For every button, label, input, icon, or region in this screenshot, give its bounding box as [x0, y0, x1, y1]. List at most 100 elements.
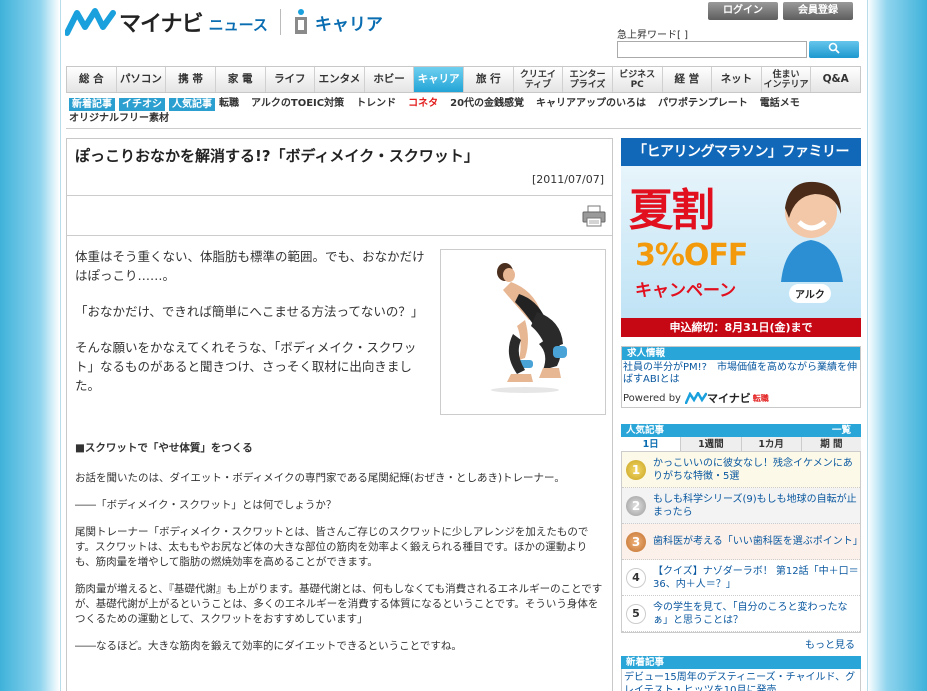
login-button[interactable]: ログイン	[708, 2, 778, 20]
print-icon[interactable]	[582, 205, 606, 227]
nav-item[interactable]: 経 営	[663, 67, 713, 92]
ad-campaign-text: キャンペーン	[635, 281, 737, 301]
nav-item[interactable]: ネット	[712, 67, 762, 92]
body-paragraph: お話を聞いたのは、ダイエット・ボディメイクの専門家である尾関紀輝(おぜき・としあ…	[75, 472, 565, 484]
ranking-item-text: かっこいいのに彼女なし！残念イケメンにありがちな特徴・5選	[653, 457, 853, 482]
popular-tab[interactable]: 1週間	[681, 437, 742, 451]
nav-item[interactable]: ビジネス PC	[613, 67, 663, 92]
job-link[interactable]: 社員の半分がPM!? 市場価値を高めながら業績を伸ばすABIとは	[622, 360, 860, 386]
ranking-item[interactable]: 4 【クイズ】ナゾダーラボ！ 第12話「中＋口＝36、内＋人＝？」	[622, 560, 860, 596]
ad-deadline: 申込締切：8月31日(金)まで	[621, 318, 861, 337]
career-icon	[291, 8, 311, 36]
ranking-item-text: 歯科医が考える「いい歯科医を選ぶポイント」	[653, 536, 863, 547]
ad-top-text: 「ヒアリングマラソン」ファミリー	[621, 138, 861, 166]
rank-medal-icon: 2	[626, 495, 646, 516]
article-body: ■スクワットで「やせ体質」をつくる お話を聞いたのは、ダイエット・ボディメイクの…	[75, 441, 605, 666]
ranking-item[interactable]: 3 歯科医が考える「いい歯科医を選ぶポイント」	[622, 524, 863, 560]
lead-paragraph: 「おなかだけ、できれば簡単にへこませる方法ってないの？」	[75, 304, 424, 319]
ranking-item[interactable]: 5 今の学生を見て、「自分のころと変わったなぁ」と思うことは？	[622, 596, 860, 632]
rank-medal-icon: 1	[626, 459, 646, 480]
nav-item[interactable]: エンター プライズ	[563, 67, 613, 92]
subnav-link[interactable]: 20代の金銭感覚	[450, 97, 524, 111]
subnav-link[interactable]: トレンド	[356, 97, 396, 111]
mynavi-logo-icon	[64, 7, 117, 37]
nav-item[interactable]: 旅 行	[464, 67, 514, 92]
nav-item[interactable]: ライフ	[266, 67, 316, 92]
subnav-link[interactable]: 電話メモ	[760, 97, 800, 111]
mynavi-tenshoku-logo[interactable]: マイナビ 転職	[684, 390, 769, 406]
article: ぽっこりおなかを解消する!?「ボディメイク・スクワット」 [2011/07/07…	[66, 138, 613, 691]
body-paragraph: ――なるほど。大きな筋肉を鍛えて効率的にダイエットできるということですね。	[75, 640, 462, 652]
sub-nav: 新着記事 イチオシ 人気記事 転職 アルクのTOEIC対策 トレンド コネタ 20代の金銭感覚…	[69, 97, 859, 127]
subnav-link[interactable]: キャリアアップのいろは	[536, 97, 646, 111]
nav-item[interactable]: パソコン	[117, 67, 167, 92]
logo-sub: ニュース	[208, 15, 268, 34]
subnav-link[interactable]: パワポテンプレート	[658, 97, 748, 111]
powered-brand: マイナビ	[706, 392, 751, 405]
ad-big-text: 夏割	[629, 185, 715, 236]
body-paragraph: 筋肉量が増えると、『基礎代謝』も上がります。基礎代謝とは、何もしなくても消費され…	[75, 583, 603, 625]
ad-brand: アルク	[789, 284, 831, 303]
popular-tab[interactable]: 1カ月	[741, 437, 802, 451]
subnav-link[interactable]: コネタ	[408, 97, 438, 111]
subnav-link[interactable]: オリジナルフリー素材	[69, 112, 169, 126]
mynavi-logo-icon	[684, 392, 707, 404]
nav-item[interactable]: 家 電	[216, 67, 266, 92]
nav-item[interactable]: クリエイ ティブ	[514, 67, 564, 92]
news-head: 新着記事	[621, 656, 861, 669]
article-date: [2011/07/07]	[532, 173, 604, 186]
divider	[67, 235, 612, 236]
logo-separator	[279, 9, 281, 35]
more-link[interactable]: もっと見る	[621, 633, 861, 654]
register-button[interactable]: 会員登録	[783, 2, 853, 20]
divider	[66, 128, 861, 129]
nav-item[interactable]: 住まい インテリア	[762, 67, 812, 92]
ad-banner[interactable]: 「ヒアリングマラソン」ファミリー 夏割 3%OFF キャンペーン アルク 申込締…	[621, 138, 861, 337]
search-button[interactable]	[809, 41, 859, 58]
section-name: キャリア	[314, 14, 383, 35]
powered-sub: 転職	[752, 393, 769, 403]
popular-tabs: 1日 1週間 1カ月期 間	[621, 437, 861, 452]
popular-list-link[interactable]: 一覧	[832, 424, 851, 437]
logo-brand: マイナビ	[119, 12, 204, 37]
nav-item[interactable]: 携 帯	[166, 67, 216, 92]
rank-medal-icon: 4	[626, 567, 646, 588]
ranking-item-text: 【クイズ】ナゾダーラボ！ 第12話「中＋口＝36、内＋人＝？」	[653, 565, 859, 590]
popular-head-label: 人気記事	[626, 425, 665, 436]
subnav-tag[interactable]: イチオシ	[119, 97, 165, 111]
popular-section: 人気記事 一覧 1日 1週間 1カ月期 間 1 かっこいいのに彼女なし！残念イケメンに…	[621, 424, 863, 654]
subnav-link[interactable]: アルクのTOEIC対策	[251, 97, 344, 111]
ranking-item[interactable]: 1 かっこいいのに彼女なし！残念イケメンにありがちな特徴・5選	[622, 452, 860, 488]
header: マイナビ ニュース キャリア ログイン 会員登録 急上昇ワード[ ]	[61, 0, 867, 62]
nav-item[interactable]: Q&A	[811, 67, 860, 92]
nav-item[interactable]: ホビー	[365, 67, 415, 92]
popular-tab[interactable]: 1日	[621, 437, 682, 451]
site-logo[interactable]: マイナビ ニュース キャリア	[64, 4, 383, 40]
ad-model-icon	[781, 181, 843, 282]
subnav-tag[interactable]: 新着記事	[69, 97, 115, 111]
ranking-list: 1 かっこいいのに彼女なし！残念イケメンにありがちな特徴・5選 2 もしも科学シリーズ…	[621, 452, 863, 633]
article-photo	[440, 249, 606, 415]
body-paragraph: ――「ボディメイク・スクワット」とは何でしょうか？	[75, 499, 337, 511]
article-heading: ■スクワットで「やせ体質」をつくる	[75, 442, 253, 454]
subnav-tag[interactable]: 人気記事	[169, 97, 215, 111]
ad-body: 夏割 3%OFF キャンペーン アルク	[621, 166, 861, 318]
category-nav: 総 合パソコン携 帯家 電ライフ エンタメ ホビー キャリア旅 行クリエイ ティブ エン…	[66, 66, 861, 93]
ranking-item-text: 今の学生を見て、「自分のころと変わったなぁ」と思うことは？	[653, 601, 848, 626]
job-section: 求人情報 社員の半分がPM!? 市場価値を高めながら業績を伸ばすABIとは Po…	[621, 346, 861, 408]
news-section: 新着記事 デビュー15周年のデスティニーズ・チャイルド、グレイテスト・ヒッツを1…	[621, 656, 861, 691]
news-link[interactable]: デビュー15周年のデスティニーズ・チャイルド、グレイテスト・ヒッツを10月に発売	[621, 669, 861, 691]
nav-item[interactable]: エンタメ	[315, 67, 365, 92]
nav-item[interactable]: キャリア	[414, 67, 464, 92]
nav-item[interactable]: 総 合	[67, 67, 117, 92]
page: マイナビ ニュース キャリア ログイン 会員登録 急上昇ワード[ ] 総 合パソ…	[60, 0, 868, 691]
search-input[interactable]	[617, 41, 807, 58]
trend-words-label: 急上昇ワード[ ]	[617, 30, 688, 41]
rank-medal-icon: 3	[626, 531, 646, 552]
powered-by: Powered by マイナビ 転職	[623, 390, 769, 406]
popular-tab[interactable]: 期 間	[801, 437, 861, 451]
article-title: ぽっこりおなかを解消する!?「ボディメイク・スクワット」	[75, 147, 479, 165]
search-icon	[828, 42, 840, 57]
subnav-link[interactable]: 転職	[219, 97, 239, 111]
ranking-item[interactable]: 2 もしも科学シリーズ(9)もしも地球の自転が止まったら	[622, 488, 860, 524]
